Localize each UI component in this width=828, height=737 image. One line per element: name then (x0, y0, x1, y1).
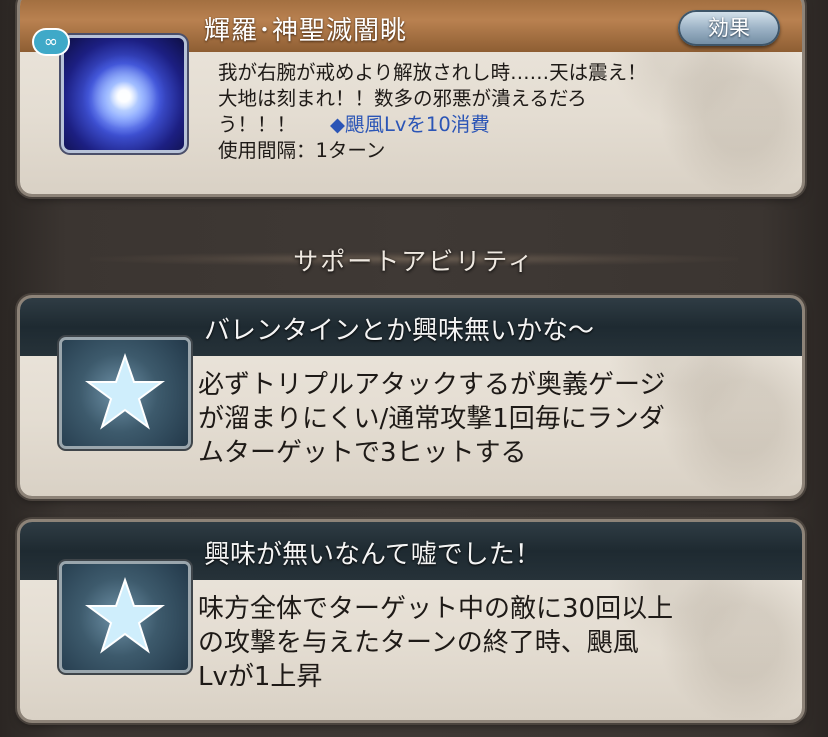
support-desc-line: ムターゲットで3ヒットする (198, 438, 527, 468)
skill-desc-line: う！！！ (218, 113, 297, 136)
support-desc-line: が溜まりにくい/通常攻撃1回毎にランダ (198, 404, 665, 434)
skill-desc-line-with-cost: う！！！ ◆颶風Lvを10消費 (218, 112, 798, 138)
star-icon (62, 564, 188, 670)
support-title: バレンタインとか興味無いかな～ (204, 316, 595, 346)
effect-button[interactable]: 効果 (678, 10, 780, 46)
star-icon-shape (85, 576, 165, 654)
support-title: 興味が無いなんて嘘でした！ (204, 540, 541, 570)
support-desc-line: Lvが1上昇 (198, 662, 323, 692)
skill-card: 輝羅･神聖滅闇眺 効果 ∞ 我が右腕が戒めより解放されし時……天は震え！ 大地は… (20, 0, 802, 194)
support-desc-line: 味方全体でターゲット中の敵に30回以上 (198, 594, 674, 624)
support-desc-line: 必ずトリプルアタックするが奥義ゲージ (198, 370, 666, 400)
skill-title: 輝羅･神聖滅闇眺 (204, 16, 408, 46)
blue-energy-orb-icon (64, 38, 184, 150)
star-icon-shape (85, 352, 165, 430)
skill-desc-line: 我が右腕が戒めより解放されし時……天は震え！ (218, 61, 647, 84)
support-ability-card: バレンタインとか興味無いかな～ 必ずトリプルアタックするが奥義ゲージ が溜まりに… (20, 298, 802, 496)
support-description: 味方全体でターゲット中の敵に30回以上 の攻撃を与えたターンの終了時、颶風 Lv… (198, 592, 798, 694)
link-icon: ∞ (34, 30, 68, 54)
skill-cost: ◆颶風Lvを10消費 (330, 113, 490, 136)
orb-glow (82, 54, 166, 138)
support-desc-line: の攻撃を与えたターンの終了時、颶風 (198, 628, 639, 658)
support-ability-section-header: サポートアビリティ (0, 238, 828, 282)
support-description: 必ずトリプルアタックするが奥義ゲージ が溜まりにくい/通常攻撃1回毎にランダ ム… (198, 368, 798, 470)
skill-description: 我が右腕が戒めより解放されし時……天は震え！ 大地は刻まれ！！数多の邪悪が潰える… (218, 60, 798, 164)
star-icon (62, 340, 188, 446)
skill-desc-line: 大地は刻まれ！！数多の邪悪が潰えるだろ (218, 87, 587, 110)
support-ability-card: 興味が無いなんて嘘でした！ 味方全体でターゲット中の敵に30回以上 の攻撃を与え… (20, 522, 802, 720)
skill-cooldown: 使用間隔：1ターン (218, 139, 386, 162)
section-label: サポートアビリティ (293, 247, 535, 276)
